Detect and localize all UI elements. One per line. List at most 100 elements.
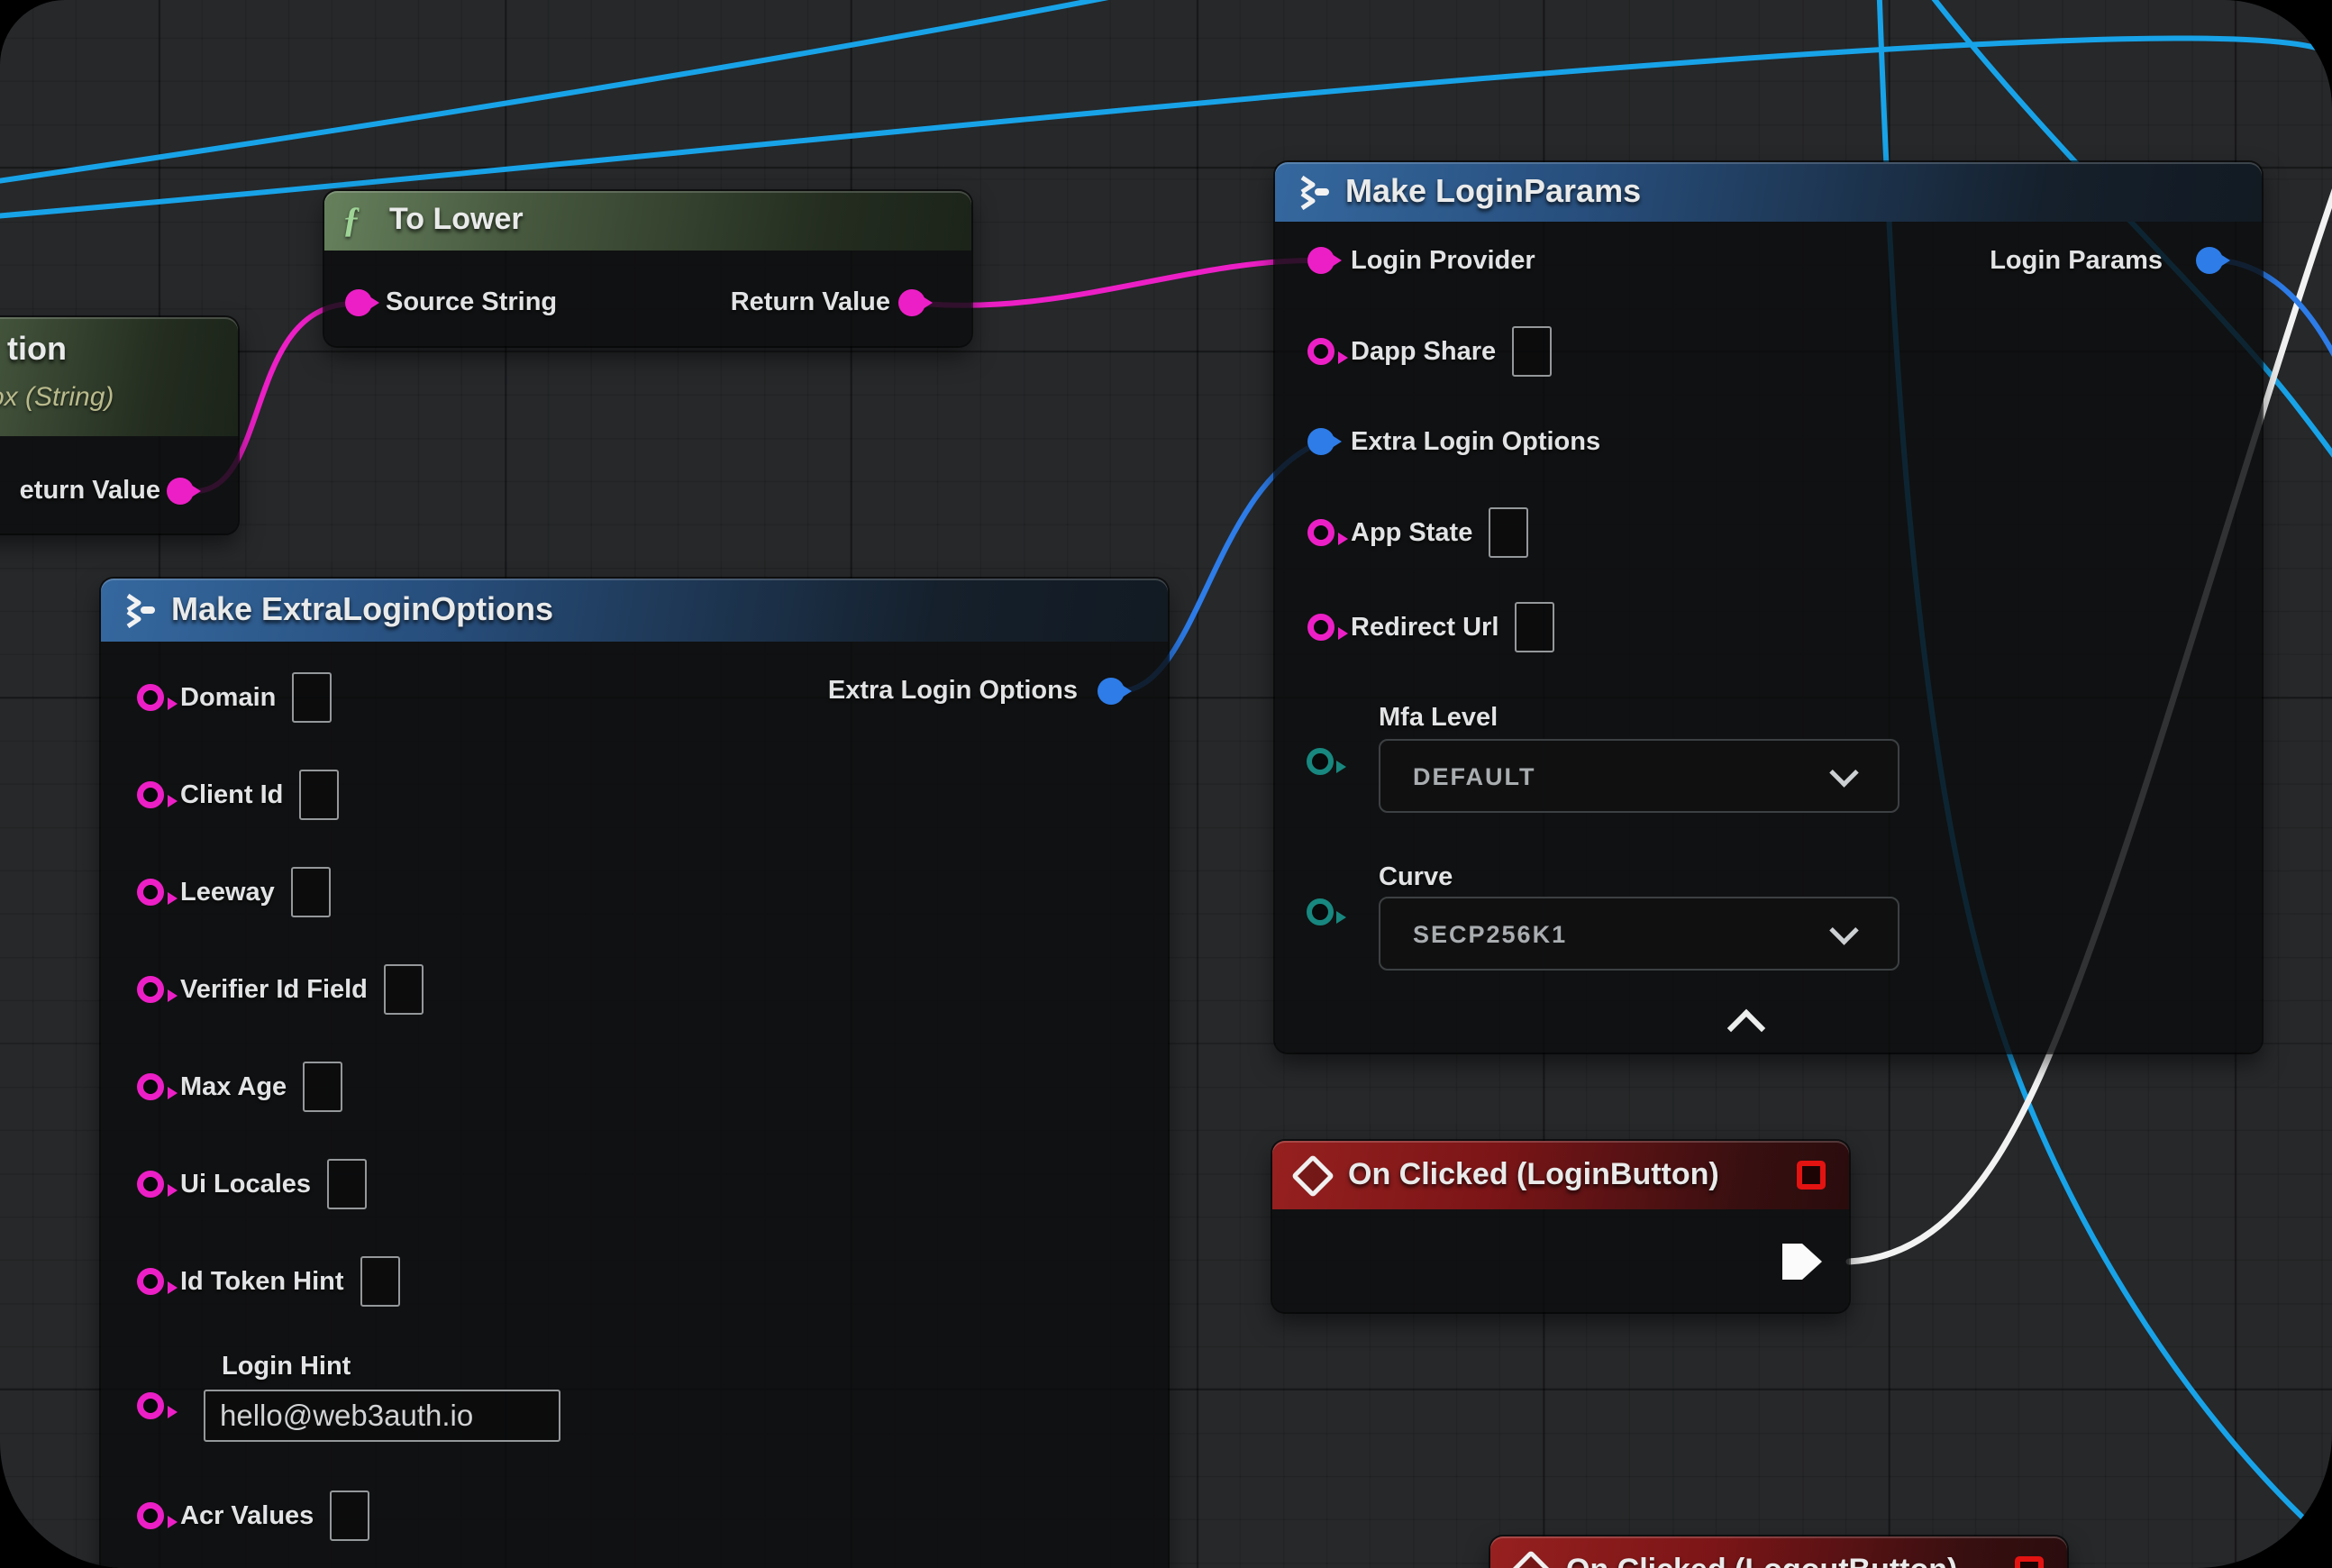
event-diamond-icon (1509, 1550, 1553, 1568)
pin-label-login-params-out: Login Params (1990, 246, 2163, 276)
pin-label-max-age: Max Age (180, 1072, 287, 1102)
app-state-value-box[interactable] (1489, 507, 1528, 558)
pin-row-id-token-hint: Id Token Hint (137, 1254, 400, 1308)
output-pin-return-value-partial[interactable] (167, 478, 194, 505)
pin-row-domain: Domain (137, 670, 332, 725)
node-make-extra-login-options[interactable]: Make ExtraLoginOptions Domain Client Id … (101, 579, 1168, 1568)
node-title: Make LoginParams (1345, 172, 1641, 210)
acr-values-value-box[interactable] (330, 1491, 369, 1541)
pin-row-max-age: Max Age (137, 1060, 342, 1114)
event-diamond-icon (1291, 1154, 1335, 1198)
wire-pink-tolower-to-loginprovider (925, 260, 1311, 305)
pin-label-leeway: Leeway (180, 878, 275, 907)
node-title: On Clicked (LogoutButton) (1566, 1553, 1957, 1568)
input-pin-max-age[interactable] (137, 1073, 164, 1100)
pin-row-acr-values: Acr Values (137, 1489, 369, 1543)
ui-locales-value-box[interactable] (327, 1159, 367, 1209)
login-hint-field[interactable]: hello@web3auth.io (204, 1390, 560, 1442)
pin-label-redirect-url: Redirect Url (1351, 613, 1498, 643)
collapse-pins-chevron-icon[interactable] (1727, 1009, 1765, 1047)
chevron-down-icon (1829, 758, 1859, 788)
node-title: On Clicked (LoginButton) (1348, 1157, 1719, 1192)
redirect-url-value-box[interactable] (1515, 602, 1554, 652)
node-title-fragment: tion (7, 330, 67, 368)
input-pin-curve[interactable] (1307, 898, 1334, 925)
node-on-clicked-login-button[interactable]: On Clicked (LoginButton) (1272, 1141, 1849, 1312)
pure-function-icon: ƒ (342, 198, 360, 241)
input-pin-source-string[interactable] (345, 289, 372, 316)
input-pin-dapp-share[interactable] (1307, 338, 1335, 365)
pin-row-dapp-share: Dapp Share (1307, 324, 1552, 378)
wire-cyan-diagonal-1 (0, 0, 1207, 185)
pin-label-return-value: Return Value (731, 287, 890, 317)
node-make-login-params-header[interactable]: Make LoginParams (1275, 162, 2262, 222)
node-subtitle-fragment: ox (String) (0, 382, 114, 413)
pin-row-login-provider: Login Provider (1307, 233, 1535, 287)
node-make-extra-login-options-header[interactable]: Make ExtraLoginOptions (101, 579, 1168, 642)
node-partial-function[interactable]: tion ox (String) eturn Value (0, 317, 238, 533)
input-pin-verifier-id-field[interactable] (137, 976, 164, 1003)
mfa-level-value: DEFAULT (1413, 741, 1536, 813)
blueprint-graph-canvas[interactable]: tion ox (String) eturn Value ƒ To Lower … (0, 0, 2332, 1568)
output-pin-login-params[interactable] (2196, 247, 2223, 274)
mfa-level-dropdown[interactable]: DEFAULT (1379, 739, 1899, 813)
node-make-login-params[interactable]: Make LoginParams Login Provider Dapp Sha… (1275, 162, 2262, 1053)
input-pin-extra-login-options[interactable] (1307, 428, 1335, 455)
pin-row-client-id: Client Id (137, 768, 339, 822)
node-to-lower[interactable]: ƒ To Lower Source String Return Value (324, 191, 971, 346)
node-title: To Lower (389, 202, 524, 237)
input-pin-login-provider[interactable] (1307, 247, 1335, 274)
input-pin-mfa-level[interactable] (1307, 748, 1334, 775)
input-pin-app-state[interactable] (1307, 519, 1335, 546)
pin-label-return-value-partial: eturn Value (20, 476, 160, 506)
pin-label-extra-login-options-out: Extra Login Options (828, 676, 1078, 706)
pin-label-login-hint: Login Hint (222, 1352, 351, 1381)
pin-label-app-state: App State (1351, 518, 1472, 548)
pin-row-verifier-id-field: Verifier Id Field (137, 962, 424, 1016)
pin-label-source-string: Source String (386, 287, 557, 317)
event-red-square-icon[interactable] (2015, 1556, 2044, 1568)
chevron-down-icon (1829, 916, 1859, 945)
pin-label-id-token-hint: Id Token Hint (180, 1267, 344, 1297)
input-pin-id-token-hint[interactable] (137, 1268, 164, 1295)
leeway-value-box[interactable] (291, 867, 331, 917)
pin-label-ui-locales: Ui Locales (180, 1170, 311, 1199)
node-title: Make ExtraLoginOptions (171, 590, 553, 628)
pin-label-acr-values: Acr Values (180, 1501, 314, 1531)
input-pin-redirect-url[interactable] (1307, 614, 1335, 641)
input-pin-login-hint[interactable] (137, 1392, 164, 1419)
pin-label-verifier-id-field: Verifier Id Field (180, 975, 368, 1005)
pin-label-mfa-level: Mfa Level (1379, 703, 1498, 733)
output-pin-extra-login-options[interactable] (1098, 678, 1125, 705)
curve-dropdown[interactable]: SECP256K1 (1379, 897, 1899, 971)
node-on-clicked-logout-header[interactable]: On Clicked (LogoutButton) (1490, 1536, 2067, 1568)
event-red-square-icon[interactable] (1797, 1161, 1826, 1190)
pin-label-extra-login-options: Extra Login Options (1351, 427, 1600, 457)
node-on-clicked-login-header[interactable]: On Clicked (LoginButton) (1272, 1141, 1849, 1209)
exec-output-pin[interactable] (1782, 1244, 1822, 1280)
input-pin-acr-values[interactable] (137, 1502, 164, 1529)
client-id-value-box[interactable] (299, 770, 339, 820)
input-pin-domain[interactable] (137, 684, 164, 711)
pin-row-leeway: Leeway (137, 865, 331, 919)
make-struct-icon (1295, 174, 1331, 210)
node-partial-function-header[interactable]: tion ox (String) (0, 317, 238, 436)
verifier-id-field-value-box[interactable] (384, 964, 424, 1015)
input-pin-ui-locales[interactable] (137, 1171, 164, 1198)
input-pin-client-id[interactable] (137, 781, 164, 808)
dapp-share-value-box[interactable] (1512, 326, 1552, 377)
screenshot-frame: tion ox (String) eturn Value ƒ To Lower … (0, 0, 2332, 1568)
pin-row-ui-locales: Ui Locales (137, 1157, 367, 1211)
curve-value: SECP256K1 (1413, 898, 1567, 971)
pin-row-extra-login-options-in: Extra Login Options (1307, 415, 1600, 469)
pin-label-dapp-share: Dapp Share (1351, 337, 1496, 367)
input-pin-leeway[interactable] (137, 879, 164, 906)
pin-label-login-provider: Login Provider (1351, 246, 1535, 276)
output-pin-return-value[interactable] (898, 289, 925, 316)
id-token-hint-value-box[interactable] (360, 1256, 400, 1307)
node-on-clicked-logout-button[interactable]: On Clicked (LogoutButton) (1490, 1536, 2067, 1568)
node-to-lower-header[interactable]: ƒ To Lower (324, 191, 971, 251)
max-age-value-box[interactable] (303, 1062, 342, 1112)
make-struct-icon (121, 592, 157, 628)
domain-value-box[interactable] (292, 672, 332, 723)
